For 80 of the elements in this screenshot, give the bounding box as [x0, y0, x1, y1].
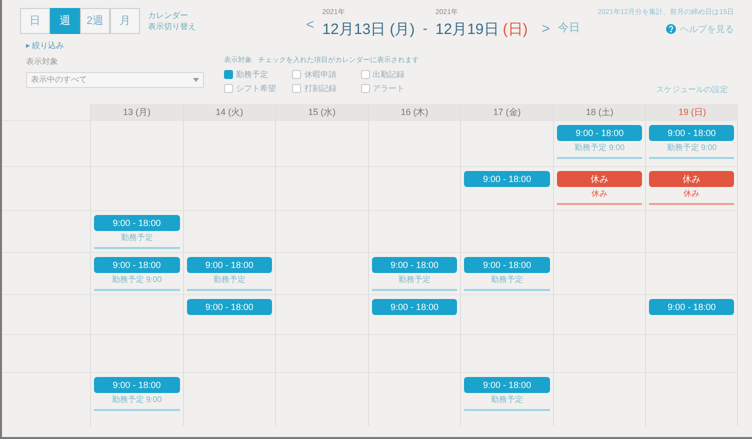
day-header: 18 (土) [552, 104, 646, 120]
help-icon [666, 24, 676, 34]
event-note: 勤務予定 9:00 [666, 142, 718, 154]
calendar-cell[interactable]: 9:00 - 18:00 [645, 295, 738, 334]
filter-option[interactable]: 勤務予定 [224, 68, 282, 80]
calendar-cell[interactable]: 9:00 - 18:00 勤務予定 9:00 [90, 253, 183, 294]
calendar-cell[interactable]: 9:00 - 18:00 勤務予定 [460, 253, 553, 294]
event-chip[interactable]: 9:00 - 18:00 [556, 125, 642, 141]
caret-icon [193, 78, 199, 82]
event-note: 休み [590, 188, 609, 200]
event-chip[interactable]: 9:00 - 18:00 [372, 257, 458, 273]
day-header: 19 (日) [645, 104, 738, 120]
day-header: 14 (火) [182, 104, 276, 120]
event-note: 勤務予定 [212, 274, 246, 286]
next-button[interactable]: > [542, 18, 550, 39]
prev-button[interactable]: < [306, 14, 314, 35]
checkbox[interactable] [360, 84, 370, 93]
event-note: 勤務予定 [490, 394, 524, 406]
filter-option[interactable]: 出勤記録 [360, 68, 419, 80]
event-chip[interactable]: 休み [556, 171, 642, 187]
filter-toggle[interactable]: ▸ 絞り込み [26, 40, 64, 52]
calendar-cell[interactable]: 9:00 - 18:00 勤務予定 9:00 [90, 373, 183, 426]
event-note: 勤務予定 9:00 [110, 274, 163, 286]
end-weekday: (日) [502, 20, 528, 40]
event-chip[interactable]: 9:00 - 18:00 [372, 299, 458, 315]
calendar-cell[interactable]: 9:00 - 18:00 勤務予定 9:00 [645, 121, 738, 166]
range-separator: - [422, 19, 428, 38]
help-link[interactable]: ヘルプを見る [680, 22, 734, 36]
filter-option[interactable]: 休暇申請 [292, 68, 351, 80]
event-chip[interactable]: 9:00 - 18:00 [464, 377, 550, 393]
event-chip[interactable]: 9:00 - 18:00 [94, 377, 180, 393]
view-tab[interactable]: 週 [50, 8, 80, 34]
filter-option[interactable]: アラート [360, 82, 419, 94]
settings-link[interactable]: スケジュールの設定 [656, 84, 728, 96]
today-button[interactable]: 今日 [558, 20, 580, 37]
event-chip[interactable]: 9:00 - 18:00 [464, 257, 550, 273]
view-tab[interactable]: 日 [20, 8, 50, 34]
checkbox[interactable] [292, 70, 302, 79]
calendar-cell[interactable]: 休み 休み [645, 167, 738, 210]
filter-option[interactable]: シフト希望 [224, 82, 282, 94]
start-date: 12月13日 (月) [322, 20, 415, 40]
event-chip[interactable]: 9:00 - 18:00 [94, 257, 180, 273]
event-chip[interactable]: 9:00 - 18:00 [186, 299, 272, 315]
event-note: 休み [682, 188, 701, 200]
event-note: 勤務予定 [490, 274, 524, 286]
filter-select[interactable]: 表示中のすべて [26, 72, 204, 88]
event-chip[interactable]: 9:00 - 18:00 [649, 125, 734, 141]
checkbox[interactable] [224, 84, 233, 93]
event-chip[interactable]: 9:00 - 18:00 [186, 257, 272, 273]
calendar-cell[interactable]: 9:00 - 18:00 勤務予定 [182, 253, 276, 294]
calendar-cell[interactable]: 9:00 - 18:00 [368, 295, 460, 334]
calendar-cell[interactable]: 9:00 - 18:00 勤務予定 9:00 [552, 121, 646, 166]
day-header: 16 (木) [368, 104, 460, 120]
event-chip[interactable]: 休み [649, 171, 734, 187]
day-header: 17 (金) [460, 104, 553, 120]
checkbox[interactable] [292, 84, 302, 93]
day-header: 15 (水) [275, 104, 368, 120]
event-note: 勤務予定 [397, 274, 432, 286]
calendar-cell[interactable]: 9:00 - 18:00 [182, 295, 276, 334]
checkbox[interactable] [224, 70, 233, 79]
filter-label: 表示対象 [26, 56, 59, 68]
end-date: 12月19日 [435, 20, 499, 40]
calendar-cell[interactable]: 9:00 - 18:00 勤務予定 [90, 211, 183, 252]
event-note: 勤務予定 9:00 [574, 142, 626, 154]
filter-option[interactable]: 打刻記録 [292, 82, 351, 94]
view-caption: 表示切り替え [148, 21, 196, 32]
calendar-cell[interactable]: 9:00 - 18:00 [460, 167, 553, 210]
event-chip[interactable]: 9:00 - 18:00 [464, 171, 550, 187]
event-note: 勤務予定 9:00 [110, 394, 163, 406]
day-header: 13 (月) [90, 104, 183, 120]
event-note: 勤務予定 [120, 232, 154, 244]
view-tab[interactable]: 月 [110, 8, 140, 34]
checkbox[interactable] [360, 70, 370, 79]
calendar-cell[interactable]: 9:00 - 18:00 勤務予定 [460, 373, 553, 426]
event-chip[interactable]: 9:00 - 18:00 [649, 299, 734, 315]
event-chip[interactable]: 9:00 - 18:00 [94, 215, 180, 231]
view-caption: カレンダー [148, 10, 189, 21]
calendar-cell[interactable]: 9:00 - 18:00 勤務予定 [368, 253, 460, 294]
view-tab[interactable]: 2週 [80, 8, 110, 34]
calendar-cell[interactable]: 休み 休み [552, 167, 646, 210]
